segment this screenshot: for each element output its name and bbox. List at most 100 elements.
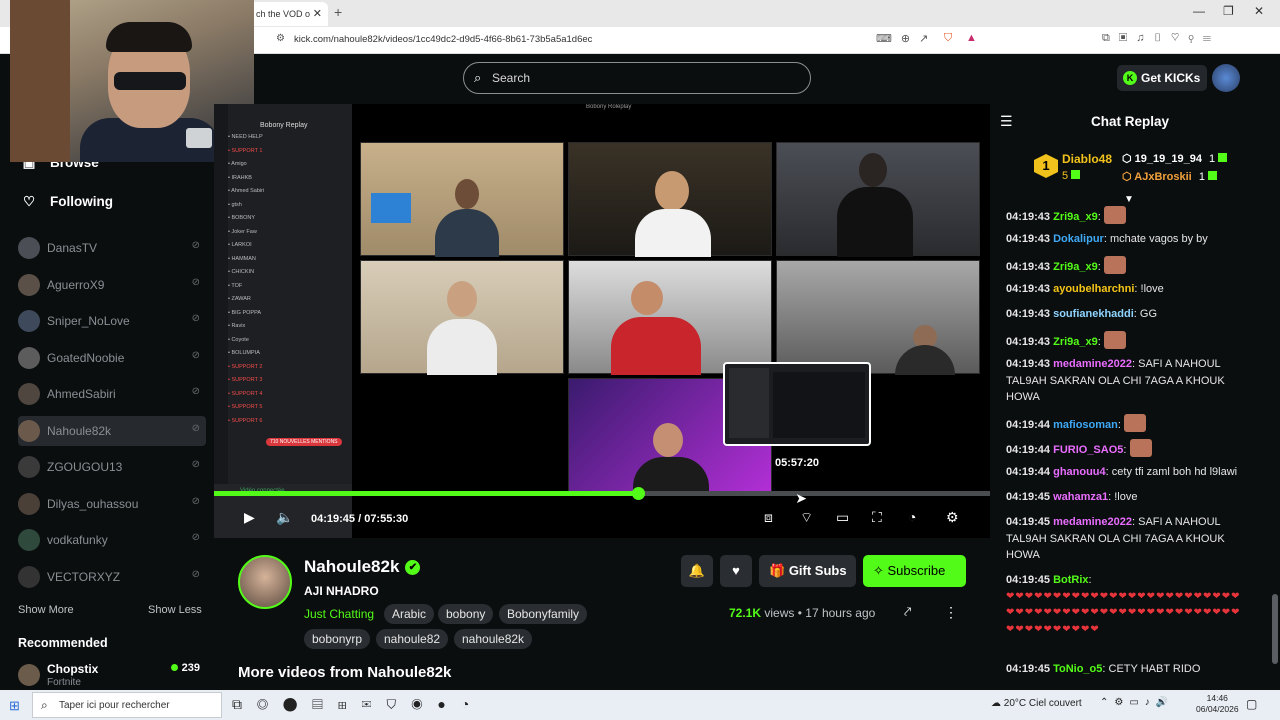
clip-icon[interactable]: ⌔ <box>800 509 813 527</box>
subscribe-button[interactable]: ✧ Subscribe <box>863 555 966 587</box>
play-icon[interactable]: ▶ <box>244 509 255 526</box>
sidebar-item-dilyas-ouhassou[interactable]: Dilyas_ouhassou ⊘ <box>18 489 206 519</box>
offline-icon: ⊘ <box>191 240 200 251</box>
notification-bell-button[interactable]: 🔔 <box>681 555 713 587</box>
get-kicks-button[interactable]: K Get KICKs <box>1117 65 1207 91</box>
sidebar-item-sniper-nolove[interactable]: Sniper_NoLove ⊘ <box>18 306 206 336</box>
chat-username[interactable]: wahamza1 <box>1053 491 1108 503</box>
close-tab-icon[interactable]: ✕ <box>313 2 322 26</box>
recommended-heading: Recommended <box>18 636 108 650</box>
chat-replay-panel: ☰ Chat Replay 1 Diablo48 5 ⬡ 19_19_19_94… <box>990 104 1270 690</box>
new-tab-icon[interactable]: + <box>334 4 342 20</box>
more-options-icon[interactable]: ⋮ <box>944 604 958 621</box>
clock-date: 06/04/2026 <box>1196 704 1239 714</box>
tag-chip[interactable]: Bobonyfamily <box>499 604 588 624</box>
notifications-icon[interactable]: ▢ <box>1246 697 1257 711</box>
video-player[interactable]: Bobony Replay • NEED HELP • SUPPORT 1 • Am… <box>214 104 990 538</box>
chat-message: 04:19:43 Zri9a_x9: <box>1006 331 1256 351</box>
show-less-button[interactable]: Show Less <box>148 604 202 616</box>
sidebar-item-aguerrox9[interactable]: AguerroX9 ⊘ <box>18 270 206 300</box>
expand-leaderboard-icon[interactable]: ▼ <box>1124 194 1134 205</box>
chat-username[interactable]: Zri9a_x9 <box>1053 261 1098 273</box>
page-scrollbar[interactable] <box>1270 54 1280 690</box>
sidebar-item-ahmedsabiri[interactable]: AhmedSabiri ⊘ <box>18 379 206 409</box>
chat-username[interactable]: medamine2022 <box>1053 358 1132 370</box>
fullscreen-icon[interactable]: ⛶ <box>872 509 882 526</box>
tag-chip[interactable]: bobonyrp <box>304 629 371 649</box>
maximize-icon[interactable]: ❐ <box>1223 4 1234 18</box>
brave-rewards-icon[interactable]: ▲ <box>966 32 977 44</box>
brave-shield-icon[interactable]: ⛉ <box>944 32 952 45</box>
weather-widget[interactable]: ☁ 20°C Ciel couvert <box>991 698 1082 709</box>
sidebar-item-zgougou13[interactable]: ZGOUGOU13 ⊘ <box>18 452 206 482</box>
theater-mode-icon[interactable]: ▭ <box>836 509 849 526</box>
channel-avatar[interactable] <box>238 555 292 609</box>
share-icon[interactable]: ⤤ <box>904 604 911 620</box>
taskbar-search-input[interactable]: Taper ici pour rechercher <box>59 700 170 711</box>
chat-username[interactable]: BotRix <box>1053 574 1088 586</box>
chat-timestamp: 04:19:45 <box>1006 663 1054 675</box>
sidebar-item-vodkafunky[interactable]: vodkafunky ⊘ <box>18 525 206 555</box>
tag-chip[interactable]: nahoule82k <box>454 629 533 649</box>
sidebar-item-danastv[interactable]: DanasTV ⊘ <box>18 233 206 263</box>
chat-emote-icon <box>1103 256 1126 274</box>
system-tray-icons[interactable]: ⌃⚙▭♪🔊 <box>1100 697 1174 708</box>
channel-name: vodkafunky <box>47 533 108 547</box>
tag-chip[interactable]: nahoule82 <box>376 629 449 649</box>
url-text[interactable]: kick.com/nahoule82k/videos/1cc49dc2-d9d5… <box>294 34 592 45</box>
gift-subs-button[interactable]: 🎁 Gift Subs <box>759 555 856 587</box>
leader-3[interactable]: ⬡ AJxBroskii 1 <box>1122 170 1217 183</box>
collapse-chat-icon[interactable]: ☰ <box>1000 113 1013 130</box>
category-link[interactable]: Just Chatting <box>304 607 374 621</box>
pinned-apps[interactable]: ⧉◎⬤▤⊞✉⛉◉●◔ <box>232 696 484 713</box>
leader-2[interactable]: ⬡ 19_19_19_94 1 <box>1122 152 1228 165</box>
sidebar-item-vectorxyz[interactable]: VECTORXYZ ⊘ <box>18 562 206 592</box>
user-avatar[interactable] <box>1212 64 1240 92</box>
chat-username[interactable]: soufianekhaddi <box>1053 308 1134 320</box>
offline-icon: ⊘ <box>191 423 200 434</box>
minimize-icon[interactable]: — <box>1193 4 1205 18</box>
taskbar-search[interactable]: ⌕ Taper ici pour rechercher <box>32 692 222 718</box>
chat-username[interactable]: mafiosoman <box>1053 419 1118 431</box>
tag-chip[interactable]: bobony <box>438 604 494 624</box>
playback-speed-icon[interactable]: ◔ <box>908 509 916 525</box>
discord-channel-row: • TOF <box>228 282 243 289</box>
settings-gear-icon[interactable]: ⚙ <box>946 509 959 526</box>
chat-username[interactable]: ayoubelharchni <box>1053 283 1134 295</box>
scrollbar-thumb[interactable] <box>1272 594 1278 664</box>
gift-icon: 🎁 <box>769 563 789 578</box>
chat-username[interactable]: ToNio_o5 <box>1053 663 1102 675</box>
show-more-button[interactable]: Show More <box>18 604 74 616</box>
leader-count-value: 5 <box>1062 170 1069 182</box>
sidebar-following[interactable]: ♡ Following <box>20 194 113 210</box>
close-window-icon[interactable]: ✕ <box>1254 4 1264 18</box>
windows-start-icon[interactable]: ⊞ <box>9 698 20 714</box>
picture-in-picture-icon[interactable]: ⧈ <box>764 509 773 526</box>
sidebar-item-nahoule82k[interactable]: Nahoule82k ⊘ <box>18 416 206 446</box>
recommended-channel[interactable]: Chopstix Fortnite 239 <box>18 662 208 688</box>
search-input[interactable]: Search <box>492 71 530 85</box>
taskbar-clock[interactable]: 14:46 06/04/2026 <box>1196 693 1239 715</box>
seek-bar[interactable] <box>214 487 990 500</box>
tag-chip[interactable]: Arabic <box>384 604 435 624</box>
follow-heart-button[interactable]: ♥ <box>720 555 752 587</box>
seek-handle[interactable] <box>631 487 645 500</box>
volume-icon[interactable]: 🔈 <box>276 509 293 526</box>
translate-zoom-share-icons[interactable]: ⌨⊕↗ <box>876 32 937 45</box>
viewer-count-value: 239 <box>181 662 200 674</box>
chat-username[interactable]: FURIO_SAO5 <box>1053 444 1123 456</box>
browser-tab[interactable]: ch the VOD o ✕ <box>244 2 328 26</box>
leader-name[interactable]: Diablo48 <box>1062 152 1112 166</box>
chat-username[interactable]: ghanouu4 <box>1053 466 1106 478</box>
search-bar[interactable]: ⌕ Search <box>463 62 811 94</box>
chat-username[interactable]: Dokalipur <box>1053 233 1104 245</box>
sidebar-item-goatednoobie[interactable]: GoatedNoobie ⊘ <box>18 343 206 373</box>
browser-toolbar-icons[interactable]: ⧉▣♫▯♡⚲☰ <box>1102 32 1220 45</box>
channel-name-heading[interactable]: Nahoule82k ✔ <box>304 557 421 577</box>
offline-icon: ⊘ <box>191 386 200 397</box>
site-info-icon[interactable]: ⚙ <box>276 33 285 44</box>
chat-username[interactable]: medamine2022 <box>1053 516 1132 528</box>
chat-username[interactable]: Zri9a_x9 <box>1053 336 1098 348</box>
avatar <box>18 310 40 332</box>
chat-username[interactable]: Zri9a_x9 <box>1053 211 1098 223</box>
